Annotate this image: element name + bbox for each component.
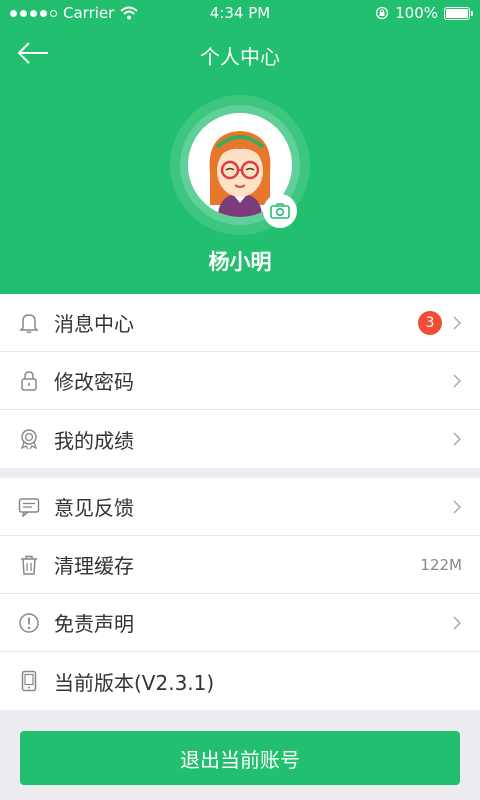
- chevron-right-icon: [453, 432, 462, 446]
- chevron-right-icon: [453, 615, 462, 630]
- menu-item-version: 当前版本(V2.3.1): [0, 652, 480, 710]
- menu-item-my-scores[interactable]: 我的成绩: [0, 410, 480, 468]
- menu-item-label: 我的成绩: [54, 428, 134, 453]
- user-name: 杨小明: [208, 250, 272, 274]
- menu-item-change-password[interactable]: 修改密码: [0, 352, 480, 410]
- menu-group-primary: 消息中心 3 修改密码 我的成绩: [0, 294, 480, 468]
- orientation-lock-icon: [375, 6, 389, 20]
- menu-group-secondary: 意见反馈 清理缓存 122M 免责声明 当前版本(V2.3.1): [0, 478, 480, 710]
- unread-badge: 3: [418, 310, 442, 335]
- page-title: 个人中心: [200, 45, 280, 69]
- battery-icon: [444, 6, 473, 20]
- nav-bar: 个人中心: [0, 28, 480, 80]
- menu-item-disclaimer[interactable]: 免责声明: [0, 594, 480, 652]
- trash-icon: [18, 554, 40, 576]
- medal-icon: [18, 428, 40, 450]
- phone-icon: [18, 670, 40, 692]
- version-label: 当前版本(V2.3.1): [54, 670, 215, 695]
- chevron-right-icon: [453, 373, 462, 388]
- chevron-right-icon: [453, 499, 462, 514]
- lock-icon: [18, 370, 40, 392]
- profile-header: Carrier 4:34 PM 100% 个人中心 杨小明: [0, 0, 480, 294]
- cache-size: 122M: [420, 555, 462, 574]
- chevron-right-icon: [453, 315, 462, 330]
- menu-item-label: 清理缓存: [54, 554, 134, 578]
- menu-item-feedback[interactable]: 意见反馈: [0, 478, 480, 536]
- battery-percent: 100%: [395, 4, 438, 22]
- menu-item-label: 免责声明: [54, 612, 134, 636]
- change-avatar-button[interactable]: [263, 194, 297, 228]
- menu-item-messages[interactable]: 消息中心 3: [0, 294, 480, 352]
- feedback-icon: [18, 496, 40, 518]
- logout-button[interactable]: 退出当前账号: [20, 731, 460, 785]
- exclamation-icon: [18, 612, 40, 634]
- menu-item-label: 意见反馈: [54, 496, 134, 520]
- menu-item-label: 修改密码: [54, 370, 134, 394]
- bell-icon: [18, 312, 40, 334]
- menu-item-clear-cache[interactable]: 清理缓存 122M: [0, 536, 480, 594]
- camera-icon: [270, 203, 290, 219]
- status-bar: Carrier 4:34 PM 100%: [0, 0, 480, 28]
- menu-item-label: 消息中心: [54, 312, 134, 336]
